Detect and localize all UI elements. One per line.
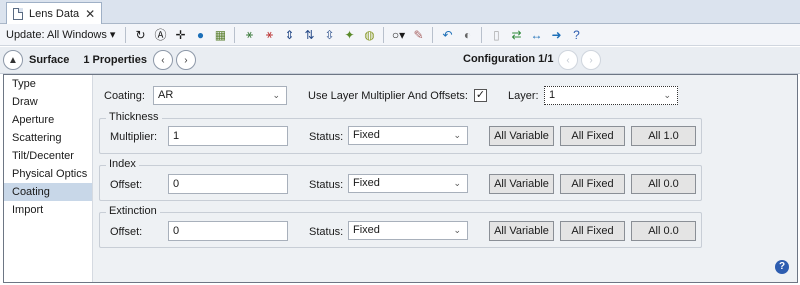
doc-icon[interactable]: ▯ [488,27,504,43]
help-icon[interactable]: ? [775,260,789,274]
tab-title: Lens Data [29,7,80,20]
coating-label: Coating: [104,90,145,102]
prev-config-button[interactable]: ‹ [558,50,578,70]
chevron-down-icon: ⌄ [453,178,461,188]
prev-surface-button[interactable]: ‹ [152,50,173,70]
extinction-group: Extinction Offset: 0 Status: Fixed ⌄ All… [99,205,702,248]
flip-icon[interactable]: ⇅ [301,27,317,43]
chevron-down-icon: ⌄ [453,130,461,140]
toolbar-separator [383,26,385,43]
toolbar-separator [481,26,483,43]
all-one-button[interactable]: All 1.0 [631,126,696,146]
layer-value: 1 [549,89,556,101]
toggle-icon[interactable]: ◐ [459,27,475,43]
extinction-status-value: Fixed [353,224,380,236]
properties-sidebar: Type Draw Aperture Scattering Tilt/Decenter P… [4,75,93,282]
tab-lens-data[interactable]: Lens Data ✕ [6,2,102,24]
offset-label: Offset: [110,179,143,191]
all-zero-button[interactable]: All 0.0 [631,174,696,194]
index-title: Index [106,158,139,170]
split-icon[interactable]: ⚹ [241,27,257,43]
crosshair-icon[interactable]: ✛ [172,27,188,43]
surface-header: ▲ Surface 1 Properties ‹ › Configuration… [0,47,800,74]
tab-strip: Lens Data ✕ [0,0,800,24]
configuration-label: Configuration 1/1 [463,53,554,65]
chart-icon[interactable]: ▦ [212,27,228,43]
layer-multiplier-checkbox[interactable]: ✓ [474,89,487,102]
coating-select[interactable]: AR ⌄ [153,86,287,105]
all-variable-button[interactable]: All Variable [489,174,554,194]
sidebar-item-import[interactable]: Import [4,201,92,219]
offset-label: Offset: [110,226,143,238]
index-status-value: Fixed [353,177,380,189]
tilt-icon[interactable]: ⇳ [321,27,337,43]
document-icon [13,7,23,20]
index-group: Index Offset: 0 Status: Fixed ⌄ All Vari… [99,158,702,201]
coating-value: AR [158,89,174,101]
extinction-status-select[interactable]: Fixed ⌄ [348,221,468,240]
collapse-button[interactable]: ▲ [3,50,23,70]
palette-icon[interactable]: ◍ [361,27,377,43]
sidebar-item-physical-optics[interactable]: Physical Optics [4,165,92,183]
extinction-offset-field[interactable]: 0 [168,221,288,241]
layer-multiplier-label: Use Layer Multiplier And Offsets: [308,90,468,102]
brush-icon[interactable]: ✎ [410,27,426,43]
properties-label: 1 Properties [83,54,147,66]
thickness-status-value: Fixed [353,129,380,141]
refresh-icon[interactable]: ↻ [132,27,148,43]
all-fixed-button[interactable]: All Fixed [560,126,625,146]
all-fixed-button[interactable]: All Fixed [560,174,625,194]
merge-icon[interactable]: ⚹ [261,27,277,43]
auto-refresh-icon[interactable]: Ⓐ [152,27,168,43]
sidebar-item-coating[interactable]: Coating [4,183,92,201]
status-label: Status: [309,131,344,143]
help-icon[interactable]: ? [568,27,584,43]
circle-icon[interactable]: ○▾ [390,27,406,43]
next-config-button[interactable]: › [581,50,601,70]
sidebar-item-tilt-decenter[interactable]: Tilt/Decenter [4,147,92,165]
toolbar: Update: All Windows ▾ ↻ Ⓐ ✛ ● ▦ ⚹ ⚹ ⇕ ⇅ … [0,24,800,46]
index-status-select[interactable]: Fixed ⌄ [348,174,468,193]
properties-panel: Type Draw Aperture Scattering Tilt/Decenter P… [3,74,798,283]
layer-label: Layer: [508,90,539,102]
chevron-down-icon: ⌄ [272,90,280,100]
chevron-down-icon: ⌄ [453,225,461,235]
status-label: Status: [309,179,344,191]
index-offset-field[interactable]: 0 [168,174,288,194]
multiplier-field[interactable]: 1 [168,126,288,146]
thickness-group: Thickness Multiplier: 1 Status: Fixed ⌄ … [99,111,702,154]
chevron-down-icon: ⌄ [663,90,671,100]
multiplier-label: Multiplier: [110,131,158,143]
next-surface-button[interactable]: › [175,50,196,70]
layer-select[interactable]: 1 ⌄ [544,86,678,105]
close-icon[interactable]: ✕ [85,7,95,21]
status-label: Status: [309,226,344,238]
all-variable-button[interactable]: All Variable [489,126,554,146]
sidebar-item-aperture[interactable]: Aperture [4,111,92,129]
loop-icon[interactable]: ↶ [439,27,455,43]
toolbar-separator [432,26,434,43]
sidebar-item-draw[interactable]: Draw [4,93,92,111]
globe-icon[interactable]: ● [192,27,208,43]
toolbar-separator [234,26,236,43]
toolbar-separator [125,26,127,43]
all-variable-button[interactable]: All Variable [489,221,554,241]
thickness-status-select[interactable]: Fixed ⌄ [348,126,468,145]
arrows-icon[interactable]: ⇄ [508,27,524,43]
all-fixed-button[interactable]: All Fixed [560,221,625,241]
extinction-title: Extinction [106,205,160,217]
update-dropdown[interactable]: Update: All Windows ▾ [6,28,115,41]
thickness-title: Thickness [106,111,162,123]
all-zero-button[interactable]: All 0.0 [631,221,696,241]
right-arrow-icon[interactable]: ➜ [548,27,564,43]
configuration-nav: ‹ › [558,50,601,70]
move-icon[interactable]: ⇕ [281,27,297,43]
sidebar-item-scattering[interactable]: Scattering [4,129,92,147]
lens-icon[interactable]: ✦ [341,27,357,43]
swap-icon[interactable]: ↔ [528,27,544,43]
sidebar-item-type[interactable]: Type [4,75,92,93]
surface-label: Surface [29,54,70,66]
